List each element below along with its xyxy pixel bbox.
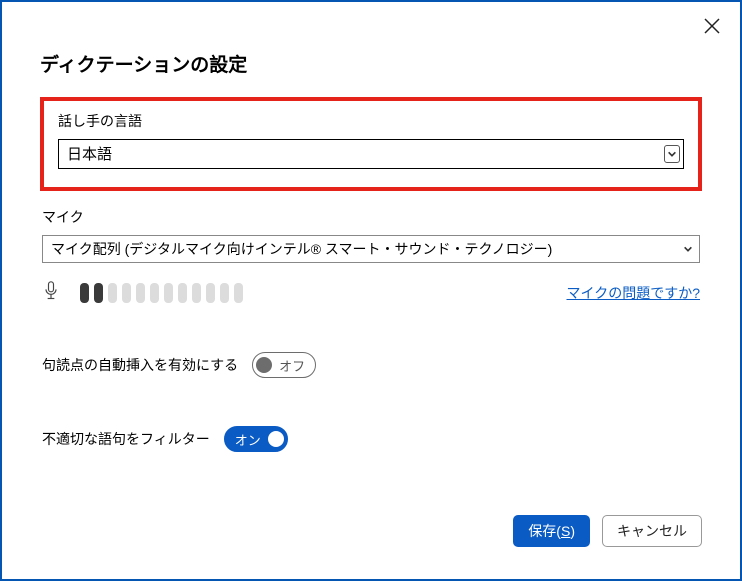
mic-label: マイク bbox=[42, 207, 700, 227]
level-bar bbox=[136, 283, 145, 303]
dialog-title: ディクテーションの設定 bbox=[40, 50, 702, 77]
toggle-state-label: オン bbox=[235, 430, 261, 449]
profanity-filter-toggle[interactable]: オン bbox=[224, 426, 288, 452]
level-bar bbox=[164, 283, 173, 303]
level-bar bbox=[150, 283, 159, 303]
close-button[interactable] bbox=[698, 12, 726, 40]
language-section-highlight: 話し手の言語 日本語 bbox=[40, 97, 702, 191]
close-icon bbox=[704, 18, 720, 34]
level-bar bbox=[206, 283, 215, 303]
dialog-footer: 保存(S) キャンセル bbox=[513, 515, 702, 547]
save-button[interactable]: 保存(S) bbox=[513, 515, 590, 547]
toggle-state-label: オフ bbox=[279, 356, 305, 375]
auto-punct-label: 句読点の自動挿入を有効にする bbox=[42, 355, 238, 375]
language-select[interactable]: 日本語 bbox=[58, 139, 684, 169]
language-select-wrapper: 日本語 bbox=[58, 139, 684, 169]
level-bar bbox=[108, 283, 117, 303]
level-bar bbox=[94, 283, 103, 303]
level-bar bbox=[122, 283, 131, 303]
cancel-button[interactable]: キャンセル bbox=[602, 515, 702, 547]
dictation-settings-dialog: ディクテーションの設定 話し手の言語 日本語 マイク マイク配列 (デジタルマイ… bbox=[0, 0, 742, 581]
toggle-knob bbox=[256, 357, 272, 373]
mic-help-link[interactable]: マイクの問題ですか? bbox=[566, 283, 700, 303]
mic-level-meter bbox=[80, 283, 243, 303]
level-bar bbox=[80, 283, 89, 303]
level-bar bbox=[178, 283, 187, 303]
mic-select-wrapper: マイク配列 (デジタルマイク向けインテル® スマート・サウンド・テクノロジー) bbox=[42, 235, 700, 263]
mic-select[interactable]: マイク配列 (デジタルマイク向けインテル® スマート・サウンド・テクノロジー) bbox=[42, 235, 700, 263]
microphone-icon bbox=[42, 281, 60, 304]
profanity-filter-label: 不適切な語句をフィルター bbox=[42, 429, 210, 449]
auto-punct-toggle[interactable]: オフ bbox=[252, 352, 316, 378]
level-bar bbox=[192, 283, 201, 303]
toggle-knob bbox=[268, 431, 284, 447]
level-bar bbox=[234, 283, 243, 303]
level-bar bbox=[220, 283, 229, 303]
language-label: 話し手の言語 bbox=[58, 111, 684, 131]
